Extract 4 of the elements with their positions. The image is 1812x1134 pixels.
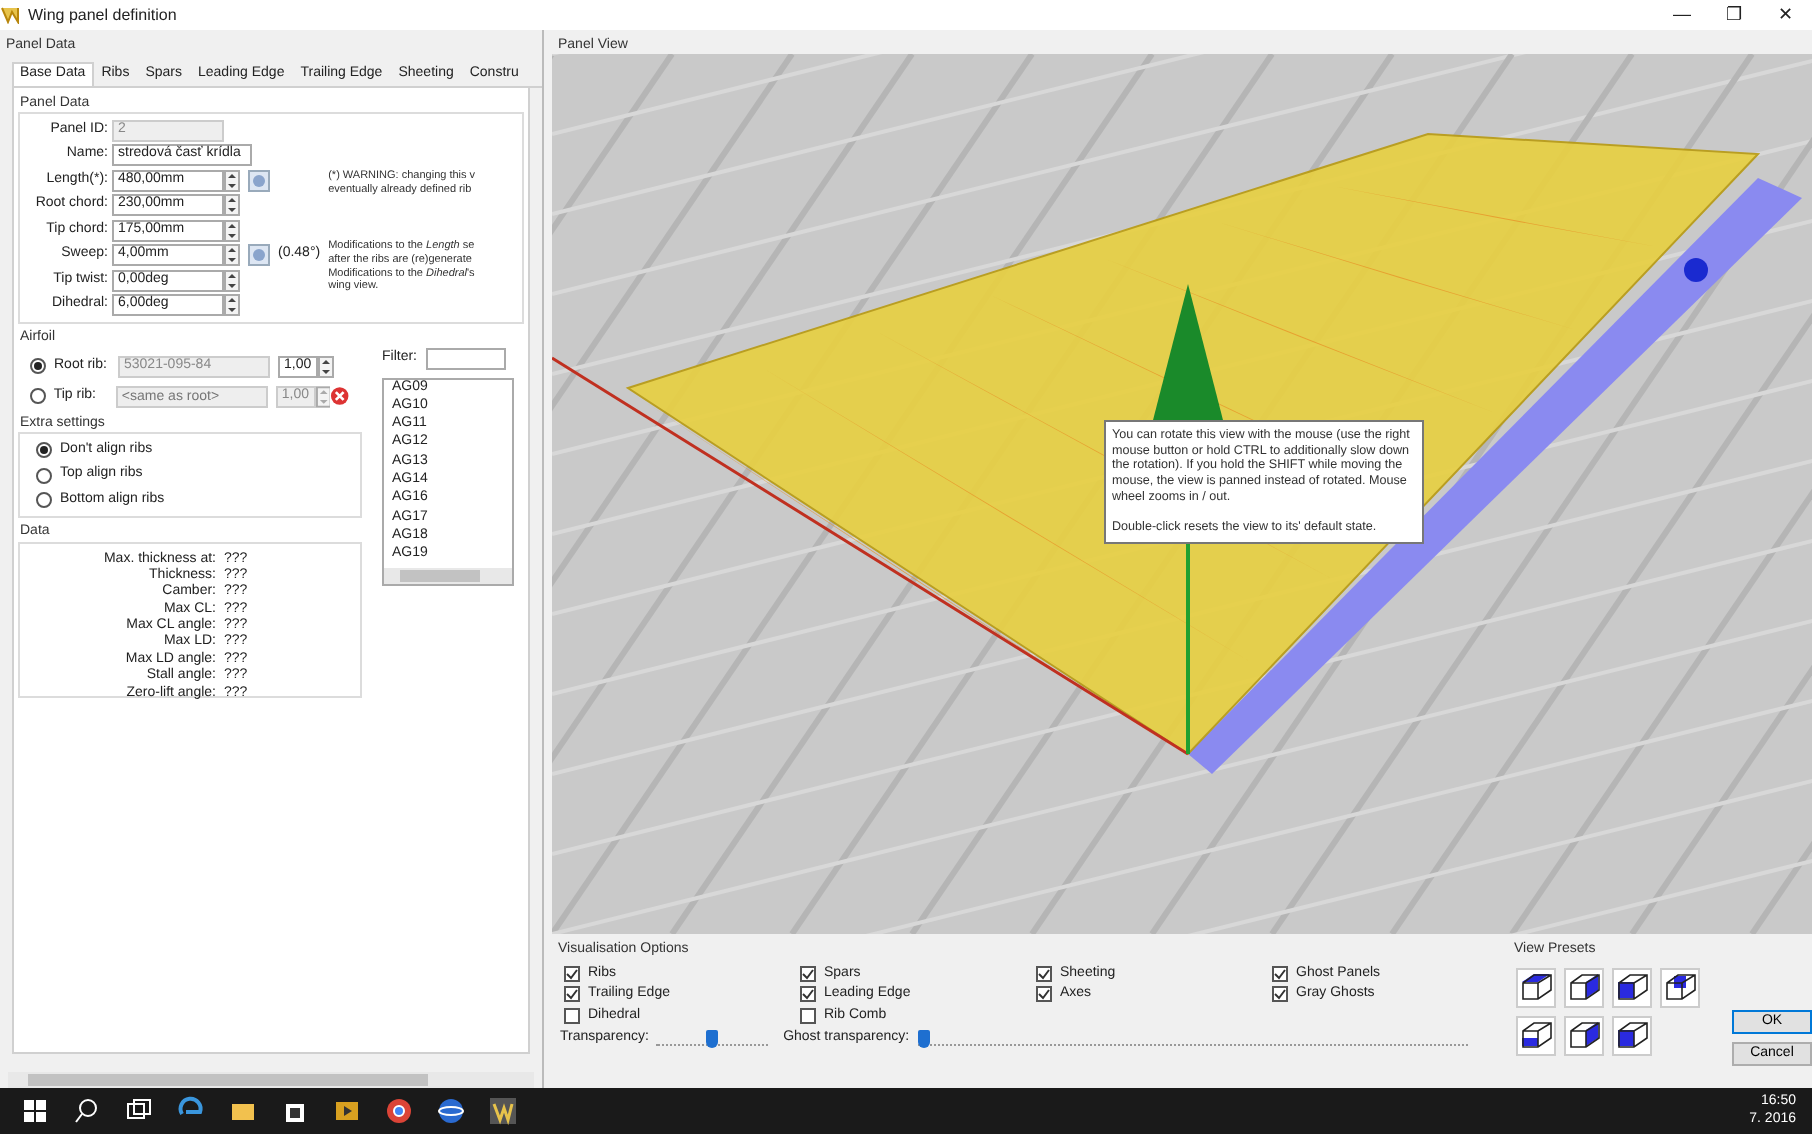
- minimize-button[interactable]: —: [1656, 4, 1708, 26]
- window-title: Wing panel definition: [28, 5, 179, 25]
- maximize-button[interactable]: ❐: [1708, 4, 1760, 26]
- close-button[interactable]: ✕: [1760, 4, 1812, 26]
